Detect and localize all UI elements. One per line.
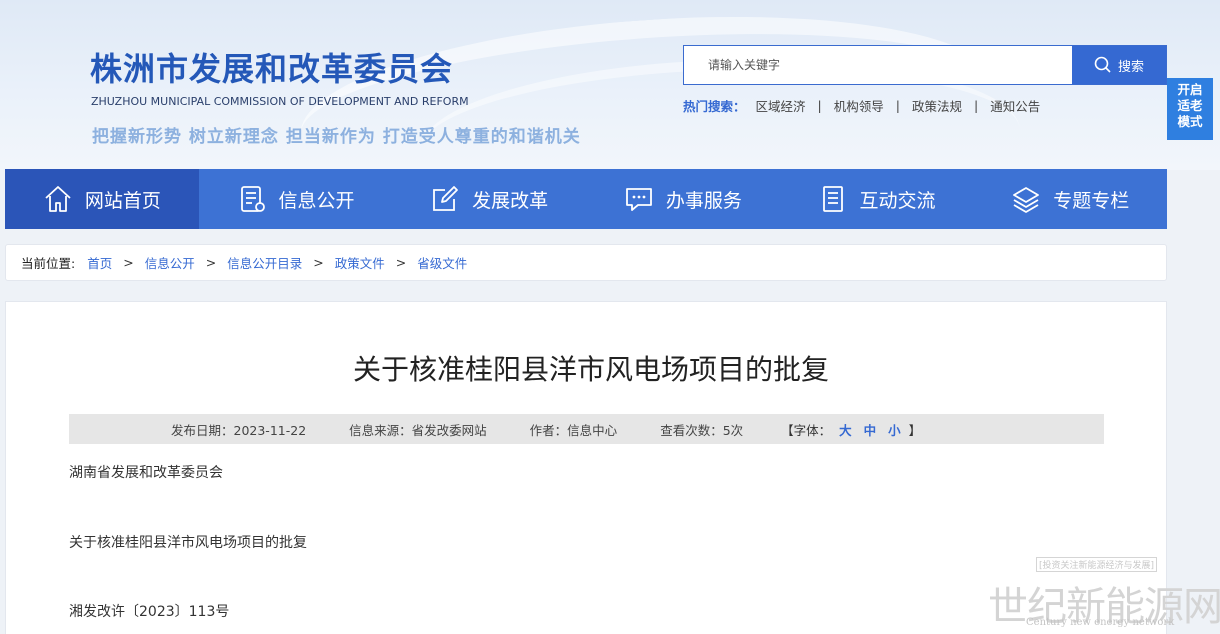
hot-search-label: 热门搜索： — [683, 99, 746, 114]
elder-mode-line: 开启 — [1177, 82, 1203, 97]
edit-icon — [433, 186, 459, 211]
site-logo-subtitle: ZHUZHOU MUNICIPAL COMMISSION OF DEVELOPM… — [91, 95, 469, 108]
font-size-large-button[interactable]: 大 — [839, 423, 852, 438]
hot-search: 热门搜索： 区域经济 | 机构领导 | 政策法规 | 通知公告 — [683, 96, 1040, 115]
nav-item-label: 信息公开 — [278, 189, 355, 212]
site-slogan: 把握新形势 树立新理念 担当新作为 打造受人尊重的和谐机关 — [92, 127, 581, 147]
article-paragraph: 湖南省发展和改革委员会 — [69, 465, 223, 481]
nav-item-topics[interactable]: 专题专栏 — [973, 169, 1167, 229]
font-size-suffix: 】 — [908, 422, 922, 438]
breadcrumb-separator: > — [313, 255, 324, 270]
nav-item-service[interactable]: 办事服务 — [586, 169, 780, 229]
hot-search-item[interactable]: 通知公告 — [990, 96, 1040, 115]
hot-search-item[interactable]: 机构领导 — [834, 96, 884, 115]
article-meta-bar: 发布日期：2023-11-22 信息来源：省发改委网站 作者：信息中心 查看次数… — [69, 414, 1104, 444]
site-header: 株洲市发展和改革委员会 ZHUZHOU MUNICIPAL COMMISSION… — [0, 0, 1220, 170]
article-paragraph: 关于核准桂阳县洋市风电场项目的批复 — [69, 535, 307, 551]
font-size-prefix: 【字体： — [781, 422, 832, 438]
font-size-control: 【字体： 大 中 小 】 — [781, 420, 921, 439]
author: 作者：信息中心 — [529, 422, 618, 438]
breadcrumb-separator: > — [395, 255, 407, 270]
elder-mode-line: 模式 — [1177, 114, 1203, 129]
info-source: 信息来源：省发改委网站 — [349, 422, 487, 438]
search-button-label: 搜索 — [1117, 59, 1144, 75]
chat-icon — [625, 188, 652, 211]
breadcrumb-link[interactable]: 信息公开 — [145, 253, 195, 272]
nav-item-label: 网站首页 — [84, 189, 161, 212]
breadcrumb: 当前位置: 首页 > 信息公开 > 信息公开目录 > 政策文件 > 省级文件 — [5, 244, 1167, 281]
nav-item-label: 专题专栏 — [1053, 189, 1130, 212]
layers-icon — [1013, 187, 1040, 213]
hot-search-item[interactable]: 政策法规 — [912, 96, 962, 115]
breadcrumb-link[interactable]: 政策文件 — [335, 253, 385, 272]
nav-item-interaction[interactable]: 互动交流 — [780, 169, 974, 229]
breadcrumb-link[interactable]: 信息公开目录 — [227, 253, 302, 272]
view-count: 查看次数：5次 — [660, 422, 744, 438]
notes-icon — [822, 186, 843, 212]
article-panel: 关于核准桂阳县洋市风电场项目的批复 发布日期：2023-11-22 信息来源：省… — [5, 301, 1167, 634]
hot-search-separator: | — [895, 98, 900, 113]
home-icon — [45, 186, 71, 212]
nav-item-label: 办事服务 — [665, 189, 742, 212]
elder-mode-button[interactable]: 开启 适老 模式 — [1167, 78, 1213, 140]
nav-item-home[interactable]: 网站首页 — [5, 169, 199, 229]
hot-search-separator: | — [817, 98, 822, 113]
document-icon — [240, 186, 265, 212]
site-logo-title[interactable]: 株洲市发展和改革委员会 — [90, 44, 453, 90]
article-paragraph: 湘发改许〔2023〕113号 — [69, 604, 230, 620]
nav-item-label: 互动交流 — [859, 189, 936, 212]
font-size-medium-button[interactable]: 中 — [864, 423, 877, 438]
elder-mode-line: 适老 — [1177, 98, 1203, 113]
nav-item-reform[interactable]: 发展改革 — [392, 169, 586, 229]
breadcrumb-separator: > — [205, 255, 217, 270]
breadcrumb-label: 当前位置: — [21, 256, 76, 271]
nav-item-info[interactable]: 信息公开 — [199, 169, 393, 229]
main-nav: 网站首页 信息公开 发展改革 办事服务 互动交流 专题专栏 — [5, 169, 1167, 229]
breadcrumb-link[interactable]: 省级文件 — [417, 253, 467, 272]
hot-search-separator: | — [974, 98, 979, 113]
font-size-small-button[interactable]: 小 — [888, 423, 901, 438]
breadcrumb-separator: > — [123, 255, 134, 270]
article-title: 关于核准桂阳县洋市风电场项目的批复 — [352, 353, 829, 386]
search-input[interactable] — [684, 46, 1072, 84]
breadcrumb-link[interactable]: 首页 — [87, 253, 112, 272]
publish-date: 发布日期：2023-11-22 — [171, 422, 307, 438]
nav-item-label: 发展改革 — [472, 189, 549, 212]
search-bar: 搜索 — [683, 45, 1167, 85]
hot-search-item[interactable]: 区域经济 — [756, 96, 806, 115]
search-button[interactable]: 搜索 — [1072, 46, 1166, 84]
search-icon — [1094, 56, 1111, 73]
